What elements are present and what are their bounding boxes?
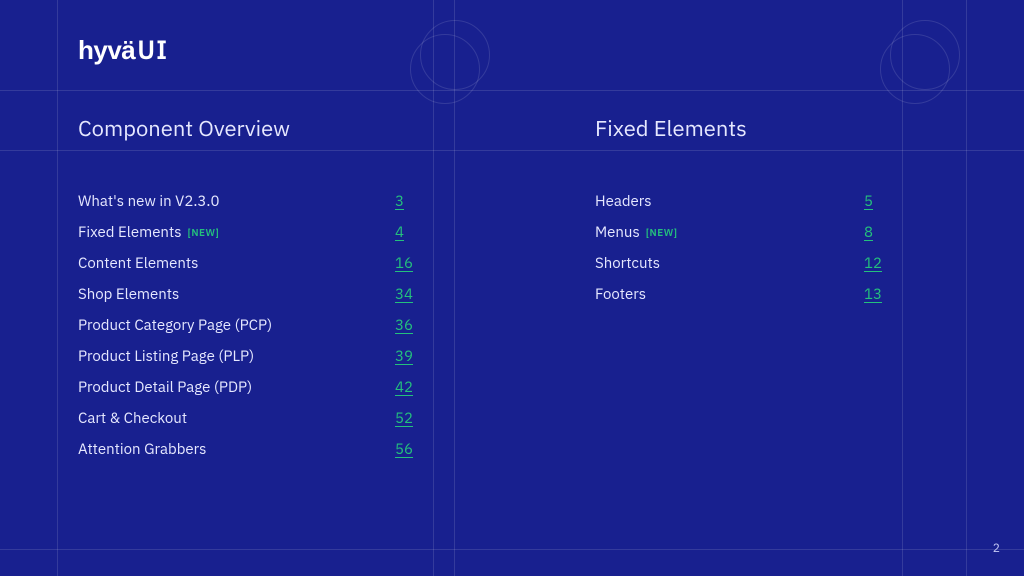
toc-page-link[interactable]: 13 xyxy=(864,285,882,304)
bg-circle-decor xyxy=(880,34,950,104)
bg-grid-line xyxy=(57,0,58,576)
toc-label: Menus xyxy=(595,223,640,242)
section-title-right: Fixed Elements xyxy=(595,114,747,143)
toc-right-pages: 5 8 12 13 xyxy=(864,186,904,310)
toc-label: Product Listing Page (PLP) xyxy=(78,347,254,366)
toc-page-link[interactable]: 5 xyxy=(864,192,873,211)
toc-page-link[interactable]: 16 xyxy=(395,254,413,273)
bg-circle-decor xyxy=(410,34,480,104)
toc-label: Content Elements xyxy=(78,254,198,273)
toc-item: Menus [NEW] xyxy=(595,217,825,248)
section-title-left: Component Overview xyxy=(78,114,290,143)
toc-item: Content Elements xyxy=(78,248,378,279)
page-number: 2 xyxy=(993,541,1000,556)
toc-page-link[interactable]: 3 xyxy=(395,192,404,211)
toc-page-link[interactable]: 56 xyxy=(395,440,413,459)
toc-label: Headers xyxy=(595,192,652,211)
toc-label: Attention Grabbers xyxy=(78,440,206,459)
brand-suffix: UI xyxy=(137,33,168,67)
bg-grid-line xyxy=(0,150,1024,151)
new-badge: [NEW] xyxy=(646,226,678,239)
toc-page-link[interactable]: 12 xyxy=(864,254,882,273)
toc-left-pages: 3 4 16 34 36 39 42 52 56 xyxy=(395,186,435,465)
toc-label: Footers xyxy=(595,285,646,304)
toc-page-link[interactable]: 42 xyxy=(395,378,413,397)
toc-label: Product Category Page (PCP) xyxy=(78,316,272,335)
bg-grid-line xyxy=(0,90,1024,91)
toc-item: Shop Elements xyxy=(78,279,378,310)
toc-item: Shortcuts xyxy=(595,248,825,279)
new-badge: [NEW] xyxy=(188,226,220,239)
toc-item: Headers xyxy=(595,186,825,217)
toc-item: What's new in V2.3.0 xyxy=(78,186,378,217)
toc-label: Shop Elements xyxy=(78,285,179,304)
toc-page-link[interactable]: 34 xyxy=(395,285,413,304)
toc-page-link[interactable]: 36 xyxy=(395,316,413,335)
toc-right-labels: Headers Menus [NEW] Shortcuts Footers xyxy=(595,186,825,310)
toc-item: Fixed Elements [NEW] xyxy=(78,217,378,248)
toc-label: Product Detail Page (PDP) xyxy=(78,378,252,397)
toc-item: Product Listing Page (PLP) xyxy=(78,341,378,372)
brand-logo: hyväUI xyxy=(78,33,168,67)
toc-label: Cart & Checkout xyxy=(78,409,187,428)
toc-page-link[interactable]: 8 xyxy=(864,223,873,242)
toc-item: Product Category Page (PCP) xyxy=(78,310,378,341)
toc-page-link[interactable]: 52 xyxy=(395,409,413,428)
toc-item: Footers xyxy=(595,279,825,310)
toc-page-link[interactable]: 4 xyxy=(395,223,404,242)
toc-page-link[interactable]: 39 xyxy=(395,347,413,366)
toc-label: Shortcuts xyxy=(595,254,660,273)
toc-item: Cart & Checkout xyxy=(78,403,378,434)
toc-item: Attention Grabbers xyxy=(78,434,378,465)
toc-item: Product Detail Page (PDP) xyxy=(78,372,378,403)
brand-name: hyvä xyxy=(78,35,135,66)
bg-grid-line xyxy=(0,549,1024,550)
bg-grid-line xyxy=(966,0,967,576)
toc-left-labels: What's new in V2.3.0 Fixed Elements [NEW]… xyxy=(78,186,378,465)
toc-label: Fixed Elements xyxy=(78,223,182,242)
toc-label: What's new in V2.3.0 xyxy=(78,192,219,211)
